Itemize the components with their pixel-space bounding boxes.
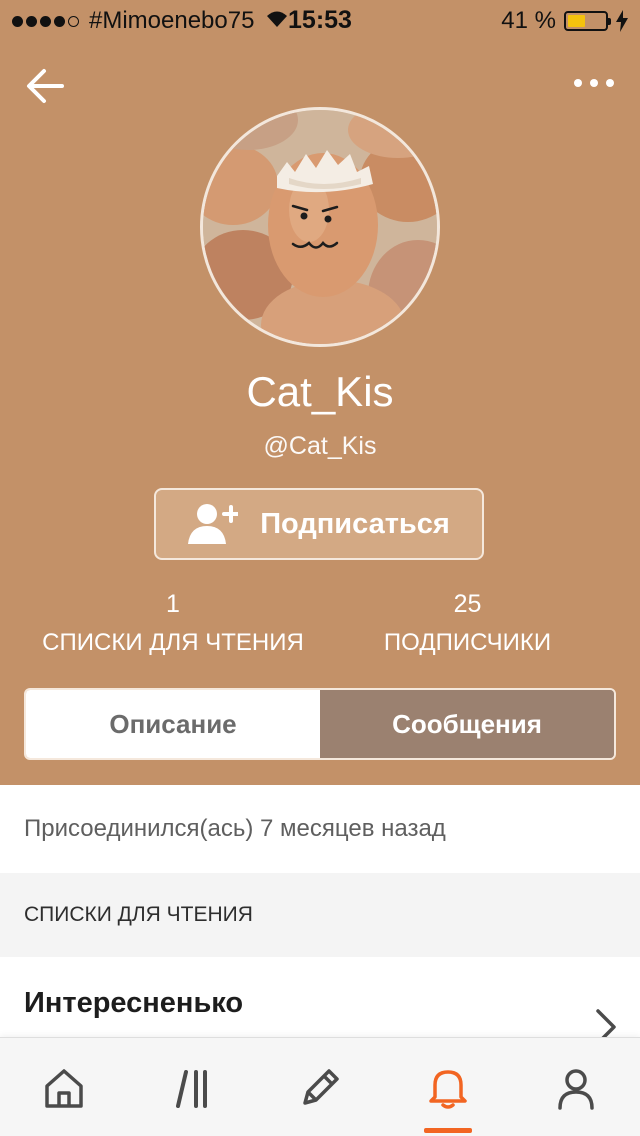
battery-percent: 41 % — [501, 7, 556, 34]
followers-stat[interactable]: 25 ПОДПИСЧИКИ — [350, 590, 585, 657]
reading-lists-stat[interactable]: 1 СПИСКИ ДЛЯ ЧТЕНИЯ — [28, 590, 318, 657]
follow-button[interactable]: Подписаться — [154, 488, 484, 560]
active-tab-indicator — [424, 1128, 472, 1133]
joined-info: Присоединился(ась) 7 месяцев назад — [0, 785, 640, 873]
nav-write[interactable] — [256, 1038, 384, 1136]
status-bar: #Mimoenebo75 15:53 41 % — [0, 0, 640, 40]
reading-lists-section-title: СПИСКИ ДЛЯ ЧТЕНИЯ — [0, 873, 640, 957]
more-dot — [606, 79, 614, 87]
profile-tabs: Описание Сообщения — [24, 688, 616, 760]
profile-display-name: Cat_Kis — [246, 368, 394, 415]
home-icon — [45, 1068, 83, 1108]
tab-description[interactable]: Описание — [26, 690, 320, 758]
nav-library[interactable] — [128, 1038, 256, 1136]
avatar[interactable] — [200, 107, 440, 347]
profile-header: Cat_Kis @Cat_Kis Подписаться 1 СПИСКИ ДЛ… — [0, 40, 640, 785]
reading-lists-count: 1 — [166, 590, 180, 618]
pencil-icon — [303, 1068, 339, 1105]
bottom-tab-bar — [0, 1037, 640, 1136]
reading-lists-label: СПИСКИ ДЛЯ ЧТЕНИЯ — [42, 629, 304, 656]
nav-profile[interactable] — [512, 1038, 640, 1136]
followers-count: 25 — [453, 590, 482, 618]
back-arrow-icon — [27, 69, 64, 103]
tab-messages[interactable]: Сообщения — [320, 690, 614, 758]
nav-notifications[interactable] — [384, 1038, 512, 1136]
profile-icon — [558, 1068, 594, 1110]
library-icon — [176, 1069, 207, 1108]
more-dot — [590, 79, 598, 87]
add-user-icon — [188, 504, 239, 544]
follow-button-label: Подписаться — [260, 507, 450, 540]
profile-screen: #Mimoenebo75 15:53 41 % Cat_Kis @Cat_Kis… — [0, 0, 640, 1136]
battery-status: 41 % — [501, 7, 628, 35]
profile-stats: 1 СПИСКИ ДЛЯ ЧТЕНИЯ 25 ПОДПИСЧИКИ — [0, 590, 640, 660]
bell-icon — [429, 1069, 467, 1109]
back-button[interactable] — [22, 62, 70, 110]
reading-list-title: Интересненько — [24, 987, 244, 1019]
nav-home[interactable] — [0, 1038, 128, 1136]
more-dot — [574, 79, 582, 87]
followers-label: ПОДПИСЧИКИ — [383, 629, 552, 656]
more-options-button[interactable] — [574, 76, 614, 90]
charging-icon — [616, 10, 628, 32]
profile-handle: @Cat_Kis — [263, 432, 377, 460]
avatar-egg-image — [203, 110, 437, 344]
battery-icon — [564, 11, 611, 31]
